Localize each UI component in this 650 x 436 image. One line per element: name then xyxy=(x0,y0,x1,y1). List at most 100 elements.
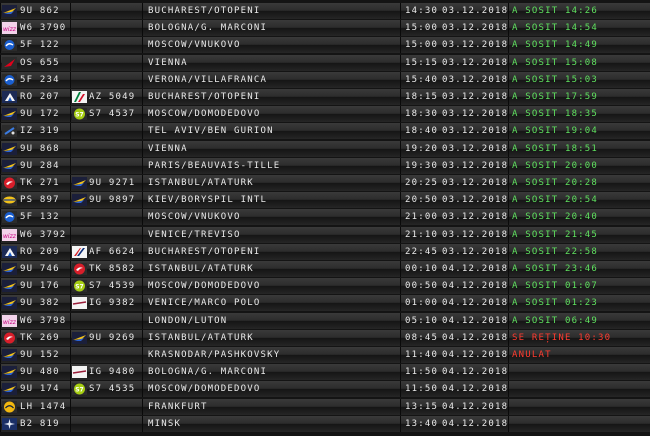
scheduled-date: 04.12.2018 xyxy=(442,350,508,360)
flight-number: RO 207 xyxy=(20,92,60,102)
blue-air-logo xyxy=(72,194,87,207)
board-panel xyxy=(70,415,142,432)
flight-status: A SOSIT 14:49 xyxy=(512,40,599,51)
blue-air-logo xyxy=(2,5,17,17)
scheduled-date: 03.12.2018 xyxy=(442,23,508,34)
codeshare-flight-number: S7 4539 xyxy=(89,281,136,292)
flight-status: A SOSIT 01:07 xyxy=(512,281,599,292)
destination: MOSCOW/VNUKOVO xyxy=(148,212,241,223)
scheduled-date: 04.12.2018 xyxy=(442,264,508,274)
flight-row: 9U 868 VIENNA 19:20 03.12.2018 A SOSIT 18:51 xyxy=(0,140,650,157)
board-panel xyxy=(70,54,142,71)
svg-text:S7: S7 xyxy=(75,387,84,394)
flight-arrivals-board: 9U 862 BUCHAREST/OTOPENI 14:30 03.12.2018 A … xyxy=(0,0,650,436)
flight-number: W6 3790 xyxy=(20,23,67,34)
flight-row: wizz W6 3790 BOLOGNA/G. MARCONI 15:00 03.12.… xyxy=(0,20,650,37)
svg-text:wizz: wizz xyxy=(3,233,17,240)
scheduled-time: 22:45 xyxy=(405,246,439,257)
codeshare-flight-number: AZ 5049 xyxy=(89,92,136,102)
scheduled-time: 08:45 xyxy=(405,332,439,343)
destination: KIEV/BORYSPIL INTL xyxy=(148,195,268,206)
scheduled-time: 18:40 xyxy=(405,126,439,137)
blue-air-logo xyxy=(2,349,17,361)
flight-number: 9U 176 xyxy=(20,281,60,292)
scheduled-date: 03.12.2018 xyxy=(442,143,508,154)
flight-number: OS 655 xyxy=(20,57,60,68)
scheduled-date: 03.12.2018 xyxy=(442,109,508,120)
turkish-logo xyxy=(72,263,87,275)
flight-status: A SOSIT 06:49 xyxy=(512,315,599,326)
board-panel xyxy=(70,140,142,157)
destination: ISTANBUL/ATATURK xyxy=(148,264,254,274)
destination: TEL AVIV/BEN GURION xyxy=(148,126,274,137)
scheduled-time: 18:15 xyxy=(405,92,439,102)
scheduled-time: 13:40 xyxy=(405,418,439,429)
pobeda-logo xyxy=(2,39,17,52)
flight-number: TK 269 xyxy=(20,332,60,343)
flight-number: 9U 746 xyxy=(20,264,60,274)
tarom-logo xyxy=(2,245,17,258)
wizz-air-logo: wizz xyxy=(2,228,17,241)
flight-status: A SOSIT 15:03 xyxy=(512,74,599,85)
codeshare-flight-number: 9U 9897 xyxy=(89,195,136,206)
scheduled-date: 04.12.2018 xyxy=(442,332,508,343)
destination: BOLOGNA/G. MARCONI xyxy=(148,23,268,34)
destination: PARIS/BEAUVAIS-TILLE xyxy=(148,160,281,171)
board-panel xyxy=(70,209,142,226)
flight-number: 9U 862 xyxy=(20,6,60,16)
flight-row: wizz W6 3792 VENICE/TREVISO 21:10 03.12.2018… xyxy=(0,226,650,243)
flight-number: 9U 868 xyxy=(20,143,60,154)
destination: MOSCOW/DOMODEDOVO xyxy=(148,281,261,292)
flight-status: A SOSIT 18:35 xyxy=(512,109,599,120)
codeshare-flight-number: IG 9382 xyxy=(89,298,136,309)
flight-number: TK 271 xyxy=(20,178,60,188)
flight-number: RO 209 xyxy=(20,246,60,257)
codeshare-flight-number: TK 8582 xyxy=(89,264,136,274)
lufthansa-logo xyxy=(2,400,17,413)
scheduled-date: 04.12.2018 xyxy=(442,315,508,326)
scheduled-date: 03.12.2018 xyxy=(442,212,508,223)
scheduled-date: 04.12.2018 xyxy=(442,401,508,412)
flight-status xyxy=(512,416,648,432)
board-panel xyxy=(70,37,142,54)
scheduled-time: 13:15 xyxy=(405,401,439,412)
flight-number: LH 1474 xyxy=(20,401,67,412)
flight-status: A SOSIT 20:28 xyxy=(512,178,599,188)
destination: VIENNA xyxy=(148,143,188,154)
flight-number: 5F 234 xyxy=(20,74,60,85)
flight-number: 9U 480 xyxy=(20,367,60,378)
scheduled-date: 03.12.2018 xyxy=(442,229,508,240)
flight-number: 9U 284 xyxy=(20,160,60,171)
flight-row: 5F 234 VERONA/VILLAFRANCA 15:40 03.12.2018 A… xyxy=(0,71,650,88)
s7-logo: S7 xyxy=(72,280,87,293)
flight-number: 9U 172 xyxy=(20,109,60,120)
flight-row: RO 209 AF 6624 BUCHAREST/OTOPENI 22:45 03.12… xyxy=(0,243,650,260)
meridiana-logo xyxy=(72,297,87,310)
flight-row: 9U 172 S7 S7 4537 MOSCOW/DOMODEDOVO 18:30 03.… xyxy=(0,106,650,123)
flight-status: A SOSIT 20:00 xyxy=(512,160,599,171)
destination: VIENNA xyxy=(148,57,188,68)
scheduled-time: 15:00 xyxy=(405,23,439,34)
board-panel xyxy=(70,123,142,140)
board-panel xyxy=(70,3,142,19)
codeshare-flight-number: S7 4537 xyxy=(89,109,136,120)
scheduled-time: 14:30 xyxy=(405,6,439,16)
codeshare-flight-number: IG 9480 xyxy=(89,367,136,378)
flight-number: W6 3798 xyxy=(20,315,67,326)
flight-row: TK 269 9U 9269 ISTANBUL/ATATURK 08:45 04.12.… xyxy=(0,329,650,346)
board-panel xyxy=(70,71,142,88)
scheduled-time: 00:10 xyxy=(405,264,439,274)
codeshare-flight-number: AF 6624 xyxy=(89,246,136,257)
scheduled-time: 05:10 xyxy=(405,315,439,326)
austrian-logo xyxy=(2,56,17,69)
scheduled-time: 15:00 xyxy=(405,40,439,51)
blue-air-logo xyxy=(2,280,17,293)
flight-status: A SOSIT 22:58 xyxy=(512,246,599,257)
s7-logo: S7 xyxy=(72,383,87,396)
wizz-air-logo: wizz xyxy=(2,22,17,35)
alitalia-logo xyxy=(72,91,87,103)
turkish-logo xyxy=(2,331,17,344)
scheduled-date: 03.12.2018 xyxy=(442,40,508,51)
scheduled-time: 15:15 xyxy=(405,57,439,68)
scheduled-date: 03.12.2018 xyxy=(442,178,508,188)
